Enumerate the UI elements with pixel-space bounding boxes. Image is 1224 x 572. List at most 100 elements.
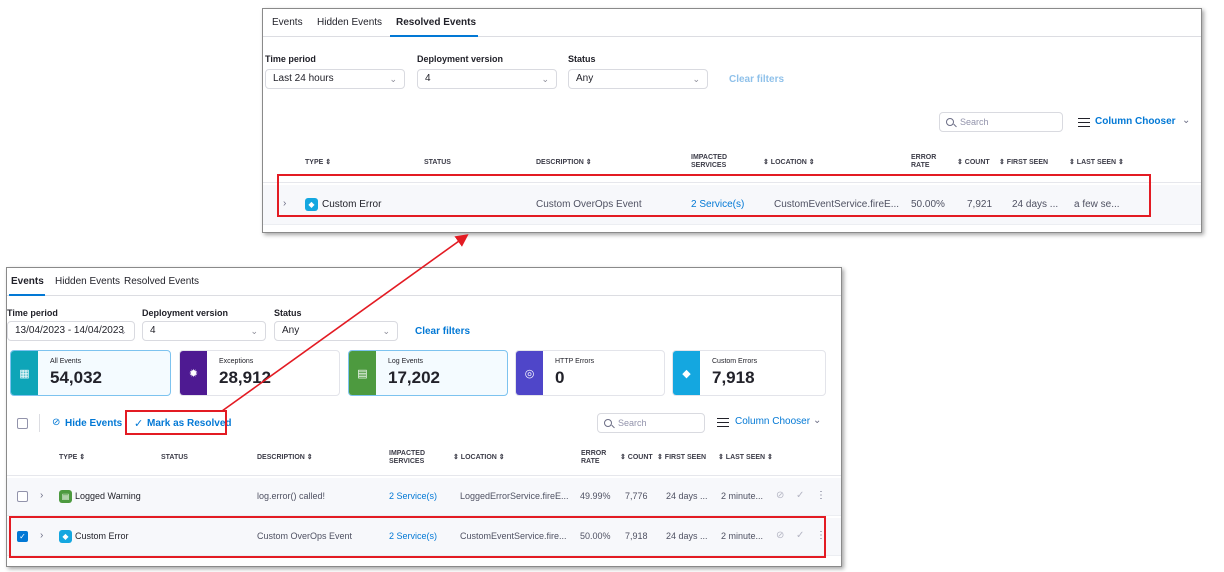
header-location[interactable]: ⇕ LOCATION ⇕ [763,159,815,167]
card-label: Exceptions [219,358,254,365]
tab-events[interactable]: Events [272,17,303,28]
row-type: Logged Warning [75,491,141,501]
header-description[interactable]: DESCRIPTION ⇕ [536,159,592,167]
expand-chevron-icon[interactable]: › [40,490,43,501]
card-label: HTTP Errors [555,358,595,365]
time-period-label: Time period [7,308,58,318]
tab-hidden-events[interactable]: Hidden Events [317,17,382,28]
header-impacted-line1: IMPACTED [389,450,426,457]
table-row[interactable]: › ▤ Logged Warning log.error() called! 2… [7,478,841,516]
deployment-version-label: Deployment version [417,54,504,64]
time-period-select[interactable]: Last 24 hours ⌄ [265,69,405,89]
search-placeholder: Search [618,418,647,428]
card-label: Custom Errors [712,358,758,365]
log-icon: ▤ [59,490,72,503]
card-custom-errors[interactable]: ◆ Custom Errors 7,918 [672,350,826,396]
card-value: 54,032 [50,368,102,387]
header-type[interactable]: TYPE ⇕ [305,159,331,167]
active-tab-indicator [9,294,45,296]
card-exceptions[interactable]: ✹ Exceptions 28,912 [179,350,340,396]
chevron-down-icon: ⌄ [119,326,127,336]
header-count[interactable]: ⇕ COUNT [620,454,653,462]
status-value: Any [282,325,300,336]
select-all-checkbox[interactable] [17,418,28,429]
column-chooser-button[interactable]: Column Chooser [1095,116,1176,127]
card-http-errors[interactable]: ◎ HTTP Errors 0 [515,350,665,396]
card-all-events[interactable]: ▦ All Events 54,032 [10,350,171,396]
chevron-down-icon: ⌄ [541,74,549,84]
header-impacted-services: IMPACTED SERVICES [691,154,727,170]
row-last-seen: 2 minute... [721,491,764,501]
card-value: 17,202 [388,368,440,387]
chevron-down-icon[interactable]: ⌄ [1182,115,1190,126]
active-tab-indicator [390,35,478,37]
hide-row-icon[interactable]: ⊘ [776,490,784,501]
row-services-link[interactable]: 2 Service(s) [389,491,437,501]
chevron-down-icon: ⌄ [389,74,397,84]
search-placeholder: Search [960,117,989,127]
tab-hidden-events[interactable]: Hidden Events [55,276,120,287]
search-input[interactable]: Search [939,112,1063,132]
deployment-version-value: 4 [425,73,431,84]
card-log-events[interactable]: ▤ Log Events 17,202 [348,350,508,396]
header-first-seen[interactable]: ⇕ FIRST SEEN [999,159,1048,167]
header-last-seen[interactable]: ⇕ LAST SEEN ⇕ [1069,159,1124,167]
column-chooser-icon [717,418,729,427]
log-icon: ▤ [349,351,376,395]
eye-off-icon: ⊘ [52,417,61,428]
time-period-select[interactable]: 13/04/2023 - 14/04/2023 ⌄ [7,321,135,341]
header-description[interactable]: DESCRIPTION ⇕ [257,454,313,462]
header-type[interactable]: TYPE ⇕ [59,454,85,462]
status-select[interactable]: Any ⌄ [568,69,708,89]
status-select[interactable]: Any ⌄ [274,321,398,341]
table-header: TYPE ⇕ STATUS DESCRIPTION ⇕ IMPACTED SER… [7,440,841,476]
tab-resolved-events[interactable]: Resolved Events [124,276,199,287]
card-value: 7,918 [712,368,755,387]
more-options-icon[interactable]: ⋮ [816,490,826,501]
header-error-line1: ERROR [911,154,937,161]
deployment-version-value: 4 [150,325,156,336]
search-input[interactable]: Search [597,413,705,433]
deployment-version-label: Deployment version [142,308,229,318]
chevron-down-icon[interactable]: ⌄ [813,415,821,426]
header-impacted-line2: SERVICES [389,458,425,465]
header-status: STATUS [424,159,451,166]
tab-bar: Events Hidden Events Resolved Events [7,268,841,296]
header-last-seen[interactable]: ⇕ LAST SEEN ⇕ [718,454,773,462]
chevron-down-icon: ⌄ [382,326,390,336]
clear-filters-link[interactable]: Clear filters [729,74,784,85]
status-value: Any [576,73,594,84]
header-error-rate: ERROR RATE [911,154,936,170]
card-value: 0 [555,368,565,387]
fire-icon: ✹ [180,351,207,395]
header-impacted-services: IMPACTED SERVICES [389,450,425,466]
column-chooser-button[interactable]: Column Chooser [735,416,810,427]
time-period-label: Time period [265,54,316,64]
chevron-down-icon: ⌄ [250,326,258,336]
status-label: Status [568,54,596,64]
hide-events-button[interactable]: Hide Events [65,418,122,429]
clear-filters-link[interactable]: Clear filters [415,326,470,337]
search-icon [946,118,954,126]
header-error-line2: RATE [911,162,930,169]
search-icon [604,419,612,427]
row-count: 7,776 [625,491,648,501]
grid-icon: ▦ [11,351,38,395]
deployment-version-select[interactable]: 4 ⌄ [142,321,266,341]
status-label: Status [274,308,302,318]
header-count[interactable]: ⇕ COUNT [957,159,990,167]
header-error-line1: ERROR [581,450,607,457]
header-first-seen[interactable]: ⇕ FIRST SEEN [657,454,706,462]
deployment-version-select[interactable]: 4 ⌄ [417,69,557,89]
tab-resolved-events[interactable]: Resolved Events [396,17,476,28]
tab-events[interactable]: Events [11,276,44,287]
time-period-value: 13/04/2023 - 14/04/2023 [15,325,124,336]
custom-error-icon: ◆ [673,351,700,395]
column-chooser-icon [1078,118,1090,127]
header-location[interactable]: ⇕ LOCATION ⇕ [453,454,505,462]
resolve-row-icon[interactable]: ✓ [796,490,804,501]
card-label: All Events [50,358,82,365]
row-checkbox[interactable] [17,491,28,502]
tab-bar: Events Hidden Events Resolved Events [263,9,1201,37]
highlight-box-selected-row [9,516,826,558]
